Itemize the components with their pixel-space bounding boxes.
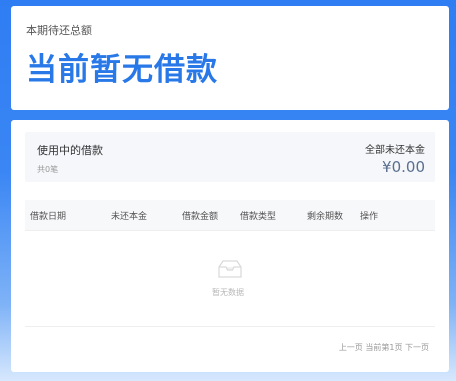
- summary-card: 本期待还总额 当前暂无借款: [11, 6, 449, 110]
- prev-page-button[interactable]: 上一页: [339, 343, 363, 352]
- next-page-button[interactable]: 下一页: [405, 343, 429, 352]
- loans-card: 使用中的借款 共0笔 全部未还本金 ¥0.00 借款日期 未还本金 借款金额 借…: [11, 120, 449, 372]
- principal-label: 全部未还本金: [365, 145, 425, 156]
- column-header-loan-type: 借款类型: [240, 212, 277, 222]
- column-header-loan-date: 借款日期: [30, 212, 67, 222]
- loans-count: 共0笔: [37, 165, 59, 174]
- table-divider: [25, 326, 435, 327]
- principal-value: ¥0.00: [382, 158, 425, 176]
- empty-inbox-icon: [218, 260, 242, 278]
- loans-title: 使用中的借款: [37, 144, 103, 157]
- summary-value: 当前暂无借款: [26, 52, 218, 88]
- column-header-unpaid-principal: 未还本金: [111, 212, 148, 222]
- table-header: 借款日期 未还本金 借款金额 借款类型 剩余期数 操作: [25, 200, 435, 231]
- column-header-loan-amount: 借款金额: [182, 212, 219, 222]
- loans-header: 使用中的借款 共0笔 全部未还本金 ¥0.00: [25, 132, 435, 182]
- summary-label: 本期待还总额: [26, 24, 92, 37]
- empty-state-text: 暂无数据: [212, 288, 244, 297]
- column-header-actions: 操作: [360, 212, 379, 222]
- column-header-remaining-periods: 剩余期数: [307, 212, 344, 222]
- current-page-label: 当前第1页: [365, 343, 403, 352]
- pagination: 上一页 当前第1页 下一页: [339, 342, 429, 353]
